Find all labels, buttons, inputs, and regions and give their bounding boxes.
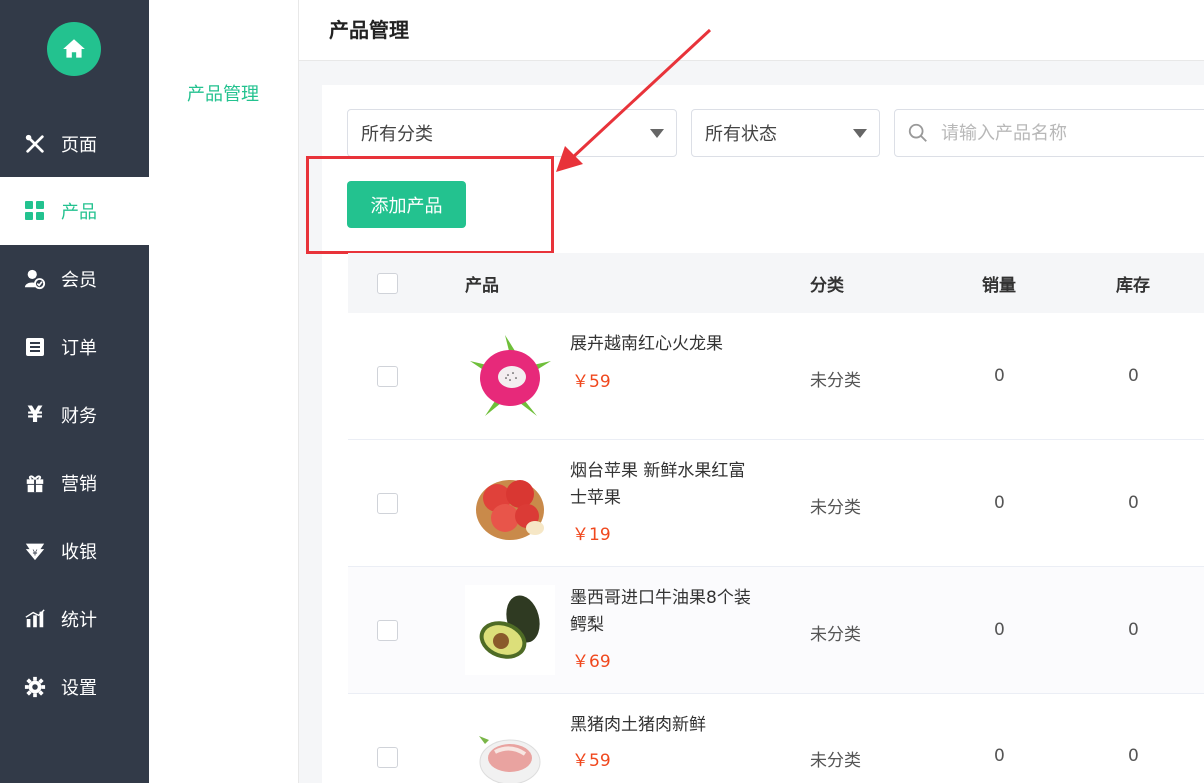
product-category: 未分类 — [810, 498, 861, 518]
sidebar-item-statistics[interactable]: 统计 — [0, 585, 149, 653]
yen-icon: ¥ — [27, 402, 43, 428]
sub-sidebar: 产品管理 — [149, 0, 299, 783]
product-category: 未分类 — [810, 751, 861, 771]
row-checkbox[interactable] — [377, 366, 398, 387]
page-title: 产品管理 — [329, 18, 409, 42]
sidebar-item-pages[interactable]: 页面 — [0, 110, 149, 178]
member-icon — [24, 268, 46, 290]
product-name[interactable]: 烟台苹果 新鲜水果红富士苹果 — [570, 458, 760, 512]
main-sidebar: 页面 产品 会员 订单 ¥ 财务 营销 ¥ 收银 统计 设置 — [0, 0, 149, 783]
sidebar-item-label: 财务 — [61, 406, 97, 427]
product-name[interactable]: 黑猪肉土猪肉新鲜 — [570, 712, 760, 739]
product-price: ￥69 — [572, 652, 611, 672]
sidebar-item-settings[interactable]: 设置 — [0, 653, 149, 721]
status-select-value: 所有状态 — [705, 124, 777, 145]
annotation-highlight-box — [306, 156, 554, 254]
caret-down-icon — [853, 129, 867, 138]
search-icon — [908, 123, 927, 142]
product-name[interactable]: 展卉越南红心火龙果 — [570, 331, 760, 358]
table-row: 墨西哥进口牛油果8个装鳄梨 ￥69 未分类 0 0 — [348, 567, 1204, 694]
product-stock: 0 — [1128, 746, 1139, 766]
chart-icon — [24, 608, 46, 630]
sidebar-item-cashier[interactable]: ¥ 收银 — [0, 517, 149, 585]
row-checkbox[interactable] — [377, 747, 398, 768]
category-select[interactable]: 所有分类 — [347, 109, 677, 157]
gift-icon — [24, 472, 46, 494]
sidebar-item-label: 统计 — [61, 610, 97, 631]
sidebar-item-finance[interactable]: ¥ 财务 — [0, 381, 149, 449]
cashier-icon: ¥ — [24, 540, 46, 562]
product-sales: 0 — [994, 620, 1005, 640]
subnav-item-product-management[interactable]: 产品管理 — [187, 80, 259, 106]
sidebar-item-members[interactable]: 会员 — [0, 245, 149, 313]
list-icon — [24, 336, 46, 358]
column-header-product: 产品 — [465, 276, 499, 296]
product-stock: 0 — [1128, 493, 1139, 513]
column-header-category: 分类 — [810, 276, 844, 296]
sidebar-item-products[interactable]: 产品 — [0, 177, 149, 245]
gear-icon — [24, 676, 46, 698]
svg-text:¥: ¥ — [32, 548, 37, 558]
sidebar-item-label: 会员 — [61, 270, 97, 291]
sidebar-item-label: 设置 — [61, 678, 97, 699]
product-category: 未分类 — [810, 625, 861, 645]
product-image-avocado[interactable] — [465, 585, 555, 675]
product-stock: 0 — [1128, 620, 1139, 640]
product-sales: 0 — [994, 746, 1005, 766]
product-name[interactable]: 墨西哥进口牛油果8个装鳄梨 — [570, 585, 760, 639]
row-checkbox[interactable] — [377, 620, 398, 641]
category-select-value: 所有分类 — [361, 124, 433, 145]
product-sales: 0 — [994, 366, 1005, 386]
table-row: 展卉越南红心火龙果 ￥59 未分类 0 0 — [348, 313, 1204, 440]
home-logo-button[interactable] — [47, 22, 101, 76]
product-category: 未分类 — [810, 371, 861, 391]
grid-icon — [24, 200, 46, 222]
sidebar-item-orders[interactable]: 订单 — [0, 313, 149, 381]
caret-down-icon — [650, 129, 664, 138]
page-header: 产品管理 — [299, 0, 1204, 61]
table-row: 烟台苹果 新鲜水果红富士苹果 ￥19 未分类 0 0 — [348, 440, 1204, 567]
sidebar-item-label: 订单 — [61, 338, 97, 359]
product-price: ￥59 — [572, 751, 611, 771]
sidebar-item-label: 产品 — [61, 202, 97, 223]
product-price: ￥59 — [572, 372, 611, 392]
product-sales: 0 — [994, 493, 1005, 513]
search-box — [894, 109, 1204, 157]
search-input[interactable] — [941, 122, 1191, 144]
sidebar-item-label: 收银 — [61, 542, 97, 563]
product-stock: 0 — [1128, 366, 1139, 386]
table-row: 黑猪肉土猪肉新鲜 ￥59 未分类 0 0 — [348, 694, 1204, 783]
product-image-dragonfruit[interactable] — [465, 331, 555, 421]
tools-icon — [24, 133, 46, 155]
home-icon — [63, 39, 85, 58]
sidebar-item-marketing[interactable]: 营销 — [0, 449, 149, 517]
column-header-stock: 库存 — [1116, 276, 1150, 296]
sidebar-item-label: 页面 — [61, 135, 97, 156]
sidebar-item-label: 营销 — [61, 474, 97, 495]
product-price: ￥19 — [572, 525, 611, 545]
status-select[interactable]: 所有状态 — [691, 109, 880, 157]
select-all-checkbox[interactable] — [377, 273, 398, 294]
row-checkbox[interactable] — [377, 493, 398, 514]
product-image-apple[interactable] — [465, 458, 555, 548]
table-header: 产品 分类 销量 库存 — [348, 253, 1204, 313]
product-image-pork[interactable] — [465, 722, 555, 783]
column-header-sales: 销量 — [982, 276, 1016, 296]
